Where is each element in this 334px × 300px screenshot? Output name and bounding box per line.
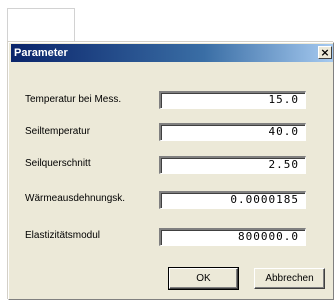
dialog-title: Parameter [14,47,68,59]
seilquerschnitt-field[interactable]: 2.50 [159,156,306,174]
label-seilquerschnitt: Seilquerschnitt [25,158,91,169]
parameter-dialog: Parameter × Temperatur bei Mess. 15.0 Se… [8,42,334,300]
cancel-button[interactable]: Abbrechen [254,268,325,289]
background-window-tab [7,8,75,42]
label-waermeausdehnungsk: Wärmeausdehnungsk. [25,193,126,204]
label-elastizitaetsmodul: Elastizitätsmodul [25,230,101,241]
label-temperatur-bei-mess: Temperatur bei Mess. [25,94,122,105]
screen: Parameter × Temperatur bei Mess. 15.0 Se… [0,0,334,300]
dialog-titlebar[interactable]: Parameter × [11,44,333,62]
temperatur-bei-mess-field[interactable]: 15.0 [159,91,306,109]
ok-button[interactable]: OK [168,267,239,290]
seiltemperatur-field[interactable]: 40.0 [159,123,306,141]
label-seiltemperatur: Seiltemperatur [25,126,91,137]
waermeausdehnungsk-field[interactable]: 0.0000185 [159,191,306,209]
close-icon[interactable]: × [318,46,332,59]
elastizitaetsmodul-field[interactable]: 800000.0 [159,228,306,246]
